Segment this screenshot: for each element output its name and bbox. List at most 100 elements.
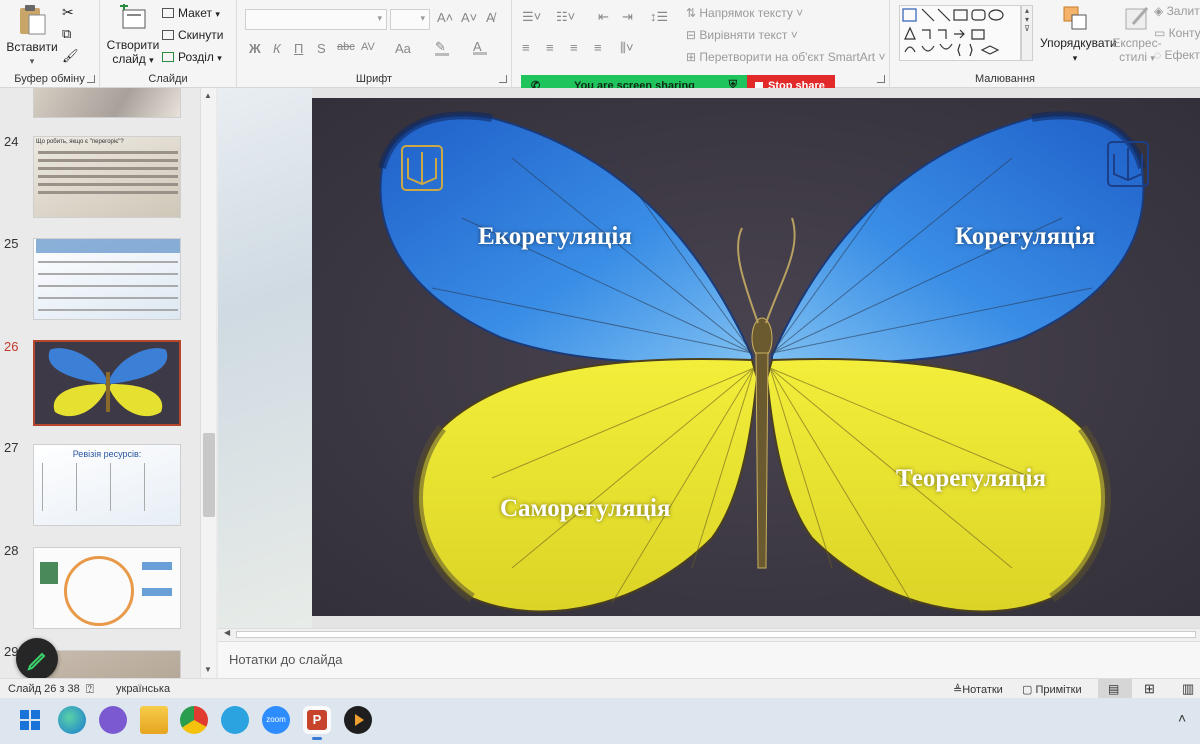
shrink-font-icon[interactable]: A˅: [461, 10, 477, 25]
scroll-up-icon[interactable]: ▲: [204, 91, 212, 100]
slides-group-label: Слайди: [148, 73, 188, 85]
slide-number-25: 25: [4, 236, 19, 251]
decrease-indent-icon[interactable]: ⇤: [598, 9, 609, 25]
thumbnails-scroll-thumb[interactable]: [203, 433, 215, 517]
slide-horizontal-scrollbar[interactable]: ◀: [218, 628, 1200, 640]
underline-button[interactable]: П: [294, 41, 303, 56]
layout-icon: [162, 8, 174, 18]
reset-label: Скинути: [178, 28, 224, 42]
line-spacing-icon[interactable]: ↕☰: [650, 9, 668, 25]
shadow-button[interactable]: S: [317, 41, 326, 56]
slide-number-26: 26: [4, 339, 19, 354]
change-case-button[interactable]: Aa: [395, 41, 411, 56]
label-ecoregulation[interactable]: Екорегуляція: [478, 223, 632, 251]
text-direction-label: Напрямок тексту: [699, 6, 793, 20]
font-size-input[interactable]: ▾: [390, 9, 430, 30]
align-center-icon[interactable]: ≡: [546, 40, 554, 55]
comments-button[interactable]: ▢ Примітки: [1022, 683, 1082, 696]
slide-thumbnail-28[interactable]: [33, 547, 181, 629]
new-slide-button[interactable]: Створити слайд ▾: [106, 4, 160, 67]
shape-fill-button[interactable]: ◈ Залит: [1154, 4, 1200, 18]
shape-outline-button[interactable]: ▭ Конту: [1154, 26, 1200, 40]
label-selfregulation[interactable]: Саморегуляція: [500, 495, 670, 523]
slide-thumbnail-25[interactable]: [33, 238, 181, 320]
bold-button[interactable]: Ж: [249, 41, 261, 56]
slide-thumbnail-23[interactable]: [33, 88, 181, 118]
justify-icon[interactable]: ≡: [594, 40, 602, 55]
section-icon: [162, 52, 174, 62]
columns-icon[interactable]: ⫼˅: [620, 40, 634, 56]
shapes-gallery-icon: [902, 8, 1004, 57]
media-player-icon[interactable]: [344, 706, 372, 734]
font-color-icon[interactable]: A: [473, 39, 487, 55]
font-family-input[interactable]: ▾: [245, 9, 387, 30]
chevron-down-icon: ▾: [420, 13, 425, 23]
paste-label: Вставити: [6, 40, 58, 54]
italic-button[interactable]: К: [273, 41, 281, 56]
windows-taskbar: zoom P ˄: [0, 698, 1200, 744]
align-left-icon[interactable]: ≡: [522, 40, 530, 55]
slide-24-title: Що робить, якщо є "перегоріє"?: [36, 139, 124, 145]
pen-icon: [27, 652, 46, 671]
slide-sorter-icon[interactable]: ⊞: [1144, 681, 1155, 697]
bullets-icon[interactable]: ☰˅: [522, 9, 541, 25]
slide-number-27: 27: [4, 440, 19, 455]
label-theoregulation[interactable]: Теорегуляція: [896, 465, 1046, 493]
layout-button[interactable]: Макет ▾: [162, 6, 220, 20]
arrange-button[interactable]: Упорядкувати ▾: [1040, 4, 1117, 65]
strikethrough-button[interactable]: abc: [337, 41, 355, 53]
language-indicator[interactable]: українська: [116, 683, 170, 695]
thumbnails-scrollbar[interactable]: ▲ ▼: [200, 88, 216, 678]
annotate-pen-button[interactable]: [16, 638, 58, 680]
smartart-button[interactable]: ⊞ Перетворити на об'єкт SmartArt ˅: [686, 50, 885, 64]
explorer-icon[interactable]: [140, 706, 168, 734]
edge-icon[interactable]: [58, 706, 86, 734]
viber-icon[interactable]: [99, 706, 127, 734]
paragraph-launcher-icon[interactable]: [877, 75, 885, 83]
paste-button[interactable]: Вставити ▾: [6, 4, 58, 68]
slide-thumbnail-26[interactable]: [33, 340, 181, 426]
format-painter-icon[interactable]: 🖌: [62, 48, 79, 64]
slide-thumbnail-24[interactable]: Що робить, якщо є "перегоріє"?: [33, 136, 181, 218]
section-button[interactable]: Розділ ▾: [162, 50, 222, 64]
notes-pane[interactable]: Нотатки до слайда: [218, 641, 1200, 678]
powerpoint-icon[interactable]: P: [303, 706, 331, 740]
outline-icon: ▭: [1154, 26, 1169, 40]
reading-view-icon[interactable]: ▥: [1182, 681, 1194, 697]
numbering-icon[interactable]: ☷˅: [556, 9, 575, 25]
normal-view-button[interactable]: ▤: [1098, 679, 1132, 698]
text-direction-button[interactable]: ⇅ Напрямок тексту ˅: [686, 6, 803, 20]
telegram-icon[interactable]: [221, 706, 249, 734]
clipboard-launcher-icon[interactable]: [87, 75, 95, 83]
chrome-icon[interactable]: [180, 706, 208, 734]
shape-effects-button[interactable]: ◌ Ефект: [1154, 48, 1200, 62]
reset-button[interactable]: Скинути: [162, 28, 223, 42]
label-coregulation[interactable]: Корегуляція: [955, 223, 1095, 251]
slide-thumbnail-27[interactable]: Ревізія ресурсів:: [33, 444, 181, 526]
align-text-button[interactable]: ⊟ Вирівняти текст ˅: [686, 28, 798, 42]
scroll-down-icon[interactable]: ▼: [204, 665, 212, 674]
grow-font-icon[interactable]: A˄: [437, 10, 453, 25]
zoom-icon[interactable]: zoom: [262, 706, 290, 734]
cut-icon[interactable]: ✂: [62, 4, 74, 21]
spellcheck-icon[interactable]: ⍰: [86, 681, 94, 697]
highlight-icon[interactable]: ✎: [435, 39, 449, 56]
copy-icon[interactable]: ⧉: [62, 26, 71, 42]
clear-format-icon[interactable]: A̸: [486, 10, 495, 25]
current-slide[interactable]: Екорегуляція Корегуляція Саморегуляція Т…: [312, 98, 1200, 616]
horizontal-scroll-thumb[interactable]: [236, 631, 1196, 638]
quick-styles-icon: [1125, 7, 1149, 30]
chevron-up-icon[interactable]: ˄: [1178, 710, 1186, 726]
butterfly-thumbnail-icon: [48, 348, 168, 417]
increase-indent-icon[interactable]: ⇥: [622, 9, 633, 25]
notes-toggle-button[interactable]: ≜Нотатки: [953, 683, 1003, 696]
slide-number-24: 24: [4, 134, 19, 149]
slide-counter: Слайд 26 з 38: [8, 683, 80, 695]
char-spacing-button[interactable]: AV: [361, 41, 375, 53]
font-launcher-icon[interactable]: [499, 75, 507, 83]
scroll-left-icon[interactable]: ◀: [224, 628, 230, 637]
shapes-gallery[interactable]: [899, 5, 1021, 61]
align-right-icon[interactable]: ≡: [570, 40, 578, 55]
shapes-gallery-scroll[interactable]: ▴ ▾ ⊽: [1021, 5, 1033, 61]
start-icon[interactable]: [16, 706, 44, 734]
